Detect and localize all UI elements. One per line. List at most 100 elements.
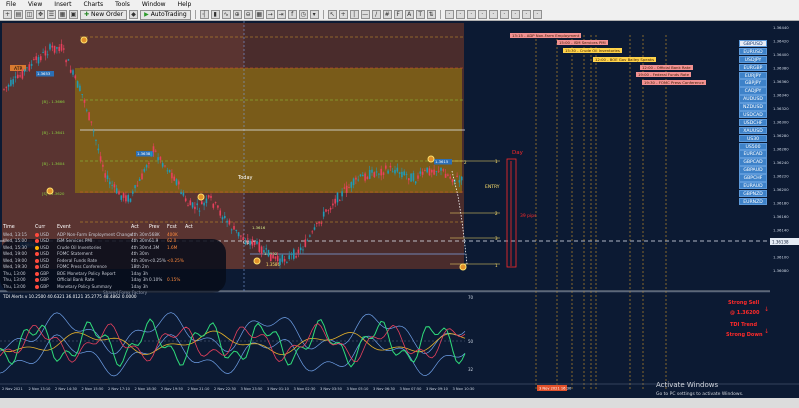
vertical-line-icon[interactable]: |	[349, 10, 359, 19]
menu-charts[interactable]: Charts	[78, 1, 110, 8]
news-currency: USD	[35, 251, 57, 257]
symbol-button-usdchf[interactable]: USDCHF	[739, 118, 767, 127]
new-chart-icon[interactable]: +	[3, 10, 12, 19]
symbol-button-eurgbp[interactable]: EURGBP	[739, 63, 767, 72]
period-m5[interactable]: ·	[455, 10, 465, 19]
signal-marker	[46, 187, 54, 195]
impact-dot-icon	[35, 271, 39, 276]
autotrading-button[interactable]: ▶ AutoTrading	[140, 9, 191, 20]
symbol-button-nzdusd[interactable]: NZDUSD	[739, 103, 767, 111]
chart-shift-icon[interactable]: →	[265, 10, 275, 19]
symbol-button-euraud[interactable]: EURAUD	[739, 182, 767, 190]
period-m1[interactable]: ·	[444, 10, 454, 19]
zoom-out-icon[interactable]: ⊖	[243, 10, 253, 19]
candle-body	[113, 184, 116, 188]
autoscroll-icon[interactable]: ⇥	[276, 10, 286, 19]
profiles-icon[interactable]: ▤	[14, 10, 23, 19]
menu-tools[interactable]: Tools	[109, 1, 136, 8]
symbol-button-eurcad[interactable]: EURCAD	[739, 150, 767, 158]
candle-body	[150, 152, 152, 157]
candlestick-icon[interactable]: ▮	[210, 10, 220, 19]
symbol-button-eurnzd[interactable]: EURNZD	[739, 197, 767, 206]
label-icon[interactable]: T	[415, 10, 425, 19]
news-table-header: Time Curr Event Act Prev Fcst Act	[3, 224, 221, 231]
data-window-icon[interactable]: ✥	[36, 10, 45, 19]
fibonacci-icon[interactable]: F	[393, 10, 403, 19]
new-order-button[interactable]: ✚ New Order	[80, 9, 128, 20]
symbol-button-cadjpy[interactable]: CADJPY	[739, 87, 767, 95]
channel-icon[interactable]: #	[382, 10, 392, 19]
period-h1[interactable]: ·	[488, 10, 498, 19]
candle-body	[424, 170, 426, 171]
periods-icon[interactable]: ◷	[298, 10, 308, 19]
horizontal-line-icon[interactable]: —	[360, 10, 370, 19]
news-tag: 19:00 - Federal Funds Rate	[636, 72, 692, 77]
candle-body	[173, 176, 175, 181]
time-axis-label: 3 Nov 03:50	[320, 387, 343, 391]
period-mn[interactable]: ·	[532, 10, 542, 19]
crosshair-icon[interactable]: +	[338, 10, 348, 19]
symbol-panel: GBPUSD EURUSD USDJPY EURGBP EURJPY GBPJPY CADJ…	[739, 40, 767, 206]
symbol-button-us500[interactable]: US500	[739, 142, 767, 150]
trendline-icon[interactable]: /	[371, 10, 381, 19]
candle-body	[325, 209, 327, 212]
bar-chart-icon[interactable]: ┤	[199, 10, 209, 19]
candle-body	[81, 94, 83, 95]
news-previous: 61.9	[149, 238, 159, 244]
candle-body	[129, 198, 132, 202]
symbol-button-usdcad[interactable]: USDCAD	[739, 111, 767, 119]
menu-file[interactable]: File	[0, 1, 22, 8]
indicators-icon[interactable]: f	[287, 10, 297, 19]
symbol-button-gbpnzd[interactable]: GBPNZD	[739, 189, 767, 198]
toolbar-separator-2	[322, 10, 324, 19]
symbol-button-gbpusd[interactable]: GBPUSD	[739, 40, 767, 48]
price-axis-label: 1.36300	[773, 120, 789, 125]
menu-window[interactable]: Window	[136, 1, 172, 8]
candle-body	[168, 169, 171, 173]
symbol-button-eurusd[interactable]: EURUSD	[739, 47, 767, 56]
symbol-button-gbpcad[interactable]: GBPCAD	[739, 158, 767, 166]
price-axis-label: 1.36260	[773, 147, 789, 152]
symbol-button-eurjpy[interactable]: EURJPY	[739, 71, 767, 79]
candle-body	[313, 227, 316, 230]
period-h4[interactable]: ·	[499, 10, 509, 19]
candle-body	[387, 170, 389, 174]
period-m15[interactable]: ·	[466, 10, 476, 19]
time-axis-label: 2 Nov 21:10	[188, 387, 211, 391]
period-m30[interactable]: ·	[477, 10, 487, 19]
candle-body	[10, 79, 12, 86]
symbol-button-us30[interactable]: US30	[739, 134, 767, 143]
period-w1[interactable]: ·	[521, 10, 531, 19]
menu-insert[interactable]: Insert	[48, 1, 77, 8]
templates-icon[interactable]: ▾	[309, 10, 319, 19]
symbol-button-xauusd[interactable]: XAUUSD	[739, 126, 767, 135]
news-tag: 13:15 - ADP Non-Farm Employment	[510, 33, 582, 38]
terminal-icon[interactable]: ▦	[58, 10, 67, 19]
sell-arrow-icon: ↓	[764, 306, 769, 313]
cursor-icon[interactable]: ↖	[327, 10, 337, 19]
news-time: Thu, 13:00	[3, 277, 26, 283]
text-icon[interactable]: A	[404, 10, 414, 19]
arrows-icon[interactable]: ⇅	[426, 10, 436, 19]
symbol-button-usdjpy[interactable]: USDJPY	[739, 55, 767, 64]
symbol-button-gbpchf[interactable]: GBPCHF	[739, 174, 767, 182]
watermark-subtitle: Go to PC settings to activate Windows.	[656, 391, 743, 397]
market-watch-icon[interactable]: ◫	[25, 10, 34, 19]
tile-windows-icon[interactable]: ▦	[254, 10, 264, 19]
line-chart-icon[interactable]: ∿	[221, 10, 231, 19]
menu-help[interactable]: Help	[172, 1, 198, 8]
period-d1[interactable]: ·	[510, 10, 520, 19]
candle-body	[435, 171, 438, 172]
menu-view[interactable]: View	[22, 1, 48, 8]
symbol-button-gbpaud[interactable]: GBPAUD	[739, 166, 767, 174]
candle-body	[214, 202, 217, 204]
symbol-button-audusd[interactable]: AUDUSD	[739, 95, 767, 103]
price-chart[interactable]: Day 39 pips ENTRY Today Open ATR 1.36531…	[0, 21, 799, 398]
navigator-icon[interactable]: ☰	[47, 10, 56, 19]
zoom-in-icon[interactable]: ⊕	[232, 10, 242, 19]
symbol-button-gbpjpy[interactable]: GBPJPY	[739, 79, 767, 87]
day-label: Day	[512, 150, 524, 156]
tester-icon[interactable]: ▣	[69, 10, 78, 19]
candle-body	[352, 178, 355, 186]
metaeditor-icon[interactable]: ◆	[129, 10, 139, 19]
